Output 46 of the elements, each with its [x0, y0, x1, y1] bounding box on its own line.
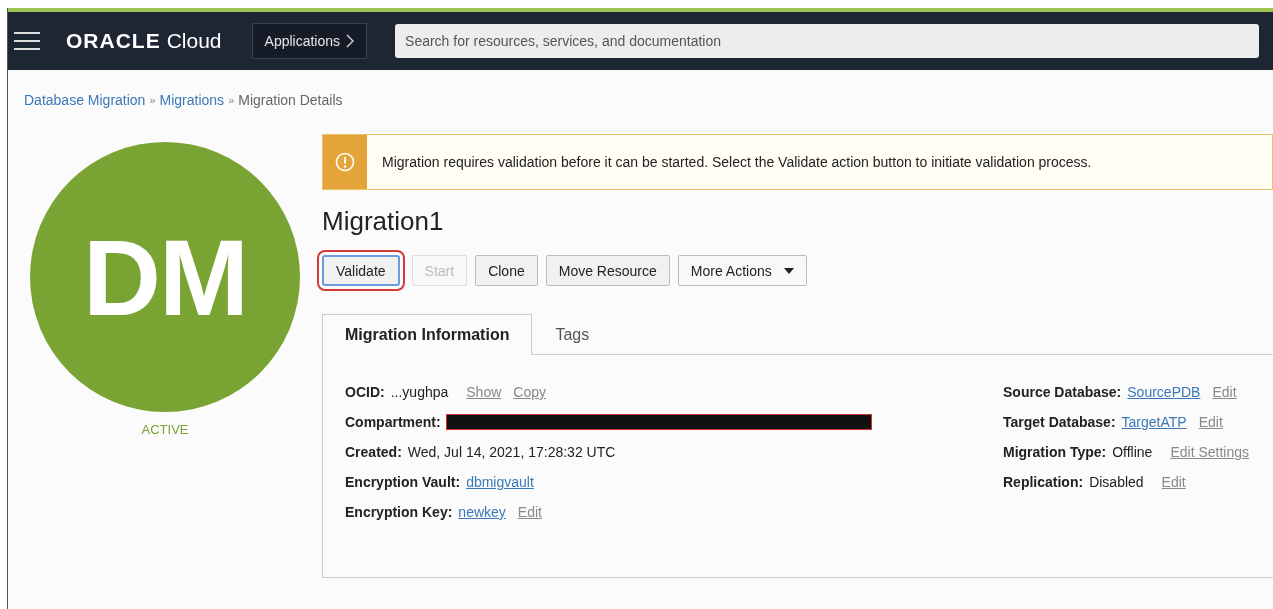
action-link[interactable]: Edit [1161, 474, 1186, 490]
field-label: Created: [345, 444, 402, 460]
field-label: Encryption Vault: [345, 474, 461, 490]
breadcrumb-separator: » [149, 94, 156, 106]
search-field[interactable]: Search for resources, services, and documentation [395, 24, 1259, 58]
action-button[interactable]: Move Resource [545, 255, 670, 286]
status-label: ACTIVE [141, 422, 189, 437]
action-link[interactable]: Show [466, 384, 502, 400]
applications-button[interactable]: Applications [251, 23, 368, 59]
field-label: Target Database: [1003, 414, 1116, 430]
resource-link[interactable]: SourcePDB [1127, 384, 1201, 400]
field-value: ...yughpa [390, 384, 449, 400]
field-label: Encryption Key: [345, 504, 453, 520]
breadcrumb-link[interactable]: Migrations [159, 92, 225, 108]
resource-link[interactable]: TargetATP [1121, 414, 1187, 430]
action-link[interactable]: Copy [513, 384, 546, 400]
action-link[interactable]: Edit [517, 504, 542, 520]
action-link[interactable]: Edit [1198, 414, 1223, 430]
dropdown-button[interactable]: More Actions [677, 255, 807, 286]
page-title: Migration1 [322, 206, 444, 236]
caret-icon [783, 267, 794, 274]
breadcrumb-separator: » [228, 94, 235, 106]
breadcrumb-link[interactable]: Database Migration [24, 92, 146, 108]
tab[interactable]: Tags [532, 314, 613, 355]
chevron-icon [346, 34, 355, 48]
resource-link[interactable]: dbmigvault [466, 474, 534, 490]
field-label: Source Database: [1003, 384, 1122, 400]
action-link[interactable]: Edit Settings [1170, 444, 1249, 460]
menu-icon[interactable] [14, 32, 40, 50]
alert-message: Migration requires validation before it can be started. Select the Validate action button to initiate validation process. [381, 154, 1092, 170]
resource-link[interactable]: newkey [458, 504, 506, 520]
field-label: OCID: [345, 384, 385, 400]
field-label: Replication: [1003, 474, 1084, 490]
field-value: Wed, Jul 14, 2021, 17:28:32 UTC [407, 444, 616, 460]
tab[interactable]: Migration Information [322, 314, 533, 355]
field-value: Disabled [1089, 474, 1144, 490]
action-link[interactable]: Edit [1212, 384, 1237, 400]
logo-wordmark[interactable]: ORACLE [66, 29, 161, 53]
breadcrumb-current: Migration Details [238, 92, 343, 108]
field-label: Migration Type: [1003, 444, 1107, 460]
action-button[interactable]: Clone [475, 255, 538, 286]
warning-icon [335, 152, 355, 172]
field-value: Offline [1112, 444, 1153, 460]
field-label: Compartment: [345, 414, 441, 430]
logo-product[interactable]: Cloud [166, 29, 222, 53]
avatar-circle: DM [30, 142, 300, 412]
